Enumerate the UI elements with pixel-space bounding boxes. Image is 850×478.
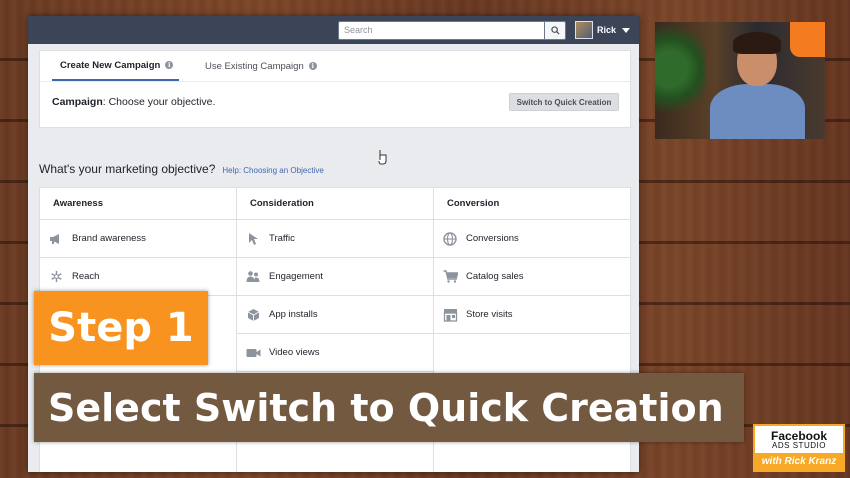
top-navigation-bar: Search Rick (28, 16, 639, 44)
campaign-heading-text: : Choose your objective. (102, 96, 216, 108)
search-icon (550, 26, 560, 35)
globe-icon (442, 231, 458, 247)
info-icon[interactable]: i (165, 61, 174, 69)
objective-traffic[interactable]: Traffic (237, 220, 433, 258)
step-badge: Step 1 (34, 291, 208, 365)
switch-to-quick-creation-button[interactable]: Switch to Quick Creation (509, 93, 619, 111)
tab-divider (40, 81, 630, 82)
cursor-icon (245, 231, 261, 247)
video-camera-icon (245, 345, 261, 361)
column-header: Awareness (40, 188, 236, 220)
objective-brand-awareness[interactable]: Brand awareness (40, 220, 236, 258)
objective-engagement[interactable]: Engagement (237, 258, 433, 296)
ads-studio-logo: Facebook ADS STUDIO with Rick Kranz (753, 424, 845, 472)
tab-label: Create New Campaign (60, 59, 161, 71)
chevron-down-icon (622, 27, 631, 33)
objective-app-installs[interactable]: App installs (237, 296, 433, 334)
objective-label: Video views (269, 347, 320, 358)
objective-video-views[interactable]: Video views (237, 334, 433, 372)
objective-label: App installs (269, 309, 318, 320)
presenter-body (710, 84, 805, 139)
objective-store-visits[interactable]: Store visits (434, 296, 631, 334)
tab-label: Use Existing Campaign (205, 60, 304, 72)
logo-with-rick: with Rick Kranz (761, 456, 837, 467)
objective-header: What's your marketing objective? Help: C… (39, 162, 324, 176)
logo-facebook: Facebook (770, 428, 827, 443)
tab-use-existing-campaign[interactable]: Use Existing Campaign i (205, 51, 317, 81)
cart-icon (442, 269, 458, 285)
objective-catalog-sales[interactable]: Catalog sales (434, 258, 631, 296)
profile-name: Rick (597, 25, 617, 35)
campaign-heading: Campaign: Choose your objective. (52, 96, 215, 108)
tab-create-new-campaign[interactable]: Create New Campaign i (52, 51, 179, 81)
presenter-webcam (655, 22, 825, 139)
megaphone-icon (48, 231, 64, 247)
objective-label: Engagement (269, 271, 323, 282)
asterisk-icon (48, 269, 64, 285)
caption-banner: Select Switch to Quick Creation (34, 373, 744, 442)
store-icon (442, 307, 458, 323)
objective-label: Store visits (466, 309, 513, 320)
objective-title: What's your marketing objective? (39, 162, 216, 176)
objective-label: Conversions (466, 233, 519, 244)
presenter-hair (733, 32, 781, 54)
campaign-card: Create New Campaign i Use Existing Campa… (39, 50, 631, 128)
mouse-pointer-icon (378, 150, 387, 165)
column-header: Consideration (237, 188, 433, 220)
logo-inner: Facebook ADS STUDIO (755, 426, 843, 453)
objective-label: Catalog sales (466, 271, 524, 282)
avatar (575, 21, 593, 39)
plant (655, 22, 705, 139)
objective-label: Traffic (269, 233, 295, 244)
logo-ads-studio: ADS STUDIO (772, 440, 826, 450)
brand-logo-icon (790, 22, 825, 57)
info-icon[interactable]: i (308, 62, 317, 70)
box-icon (245, 307, 261, 323)
people-icon (245, 269, 261, 285)
search-button[interactable] (544, 21, 566, 40)
profile-menu[interactable]: Rick (575, 20, 631, 40)
objective-label: Reach (72, 271, 100, 282)
campaign-heading-bold: Campaign (52, 96, 103, 108)
column-header: Conversion (434, 188, 631, 220)
objective-conversions[interactable]: Conversions (434, 220, 631, 258)
objective-label: Brand awareness (72, 233, 146, 244)
search-input[interactable]: Search (338, 21, 566, 40)
help-link[interactable]: Help: Choosing an Objective (222, 166, 323, 175)
